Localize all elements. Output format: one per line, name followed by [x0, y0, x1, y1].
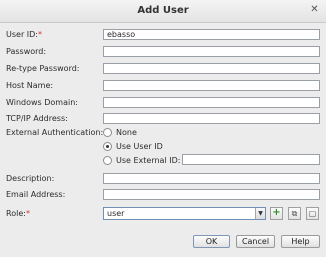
radio-use-user-id[interactable]: Use User ID — [103, 141, 163, 152]
radio-button[interactable] — [103, 128, 112, 137]
radio-none-label: None — [116, 128, 137, 137]
required-marker: * — [25, 209, 30, 218]
copy-icon: ⧉ — [291, 209, 298, 218]
radio-use-user-id-label: Use User ID — [116, 142, 163, 151]
windows-domain-field[interactable] — [103, 97, 320, 108]
retype-password-field[interactable] — [103, 63, 320, 74]
user-id-label: User ID:* — [6, 30, 42, 39]
help-button[interactable]: Help — [281, 235, 320, 248]
user-id-field[interactable]: ebasso — [103, 29, 320, 40]
host-name-label: Host Name: — [6, 81, 54, 90]
description-field[interactable] — [103, 173, 320, 184]
tcpip-address-field[interactable] — [103, 113, 320, 124]
password-field[interactable] — [103, 46, 320, 57]
external-auth-label: External Authentication: — [6, 128, 104, 137]
required-marker: * — [38, 30, 42, 39]
cancel-button[interactable]: Cancel — [236, 235, 275, 248]
title-bar: Add User ✕ — [0, 0, 326, 23]
close-icon[interactable]: ✕ — [309, 4, 320, 16]
description-label: Description: — [6, 174, 55, 183]
tcpip-address-label: TCP/IP Address: — [6, 114, 68, 123]
email-address-label: Email Address: — [6, 190, 66, 199]
browse-role-button[interactable]: ▢ — [306, 207, 319, 220]
role-label: Role:* — [6, 209, 30, 218]
external-id-field[interactable] — [182, 154, 320, 165]
radio-use-external-id[interactable]: Use External ID: — [103, 155, 180, 166]
password-label: Password: — [6, 47, 47, 56]
dialog-title: Add User — [137, 5, 189, 16]
radio-use-external-id-label: Use External ID: — [116, 156, 181, 165]
retype-password-label: Re-type Password: — [6, 64, 80, 73]
host-name-field[interactable] — [103, 80, 320, 91]
chevron-down-icon[interactable]: ▼ — [255, 208, 265, 219]
email-address-field[interactable] — [103, 189, 320, 200]
plus-icon: + — [272, 207, 281, 218]
role-select-value: user — [107, 209, 125, 218]
windows-domain-label: Windows Domain: — [6, 98, 78, 107]
radio-button[interactable] — [103, 156, 112, 165]
copy-role-button[interactable]: ⧉ — [288, 207, 301, 220]
add-role-button[interactable]: + — [270, 207, 283, 220]
radio-button-selected[interactable] — [103, 142, 112, 151]
radio-none[interactable]: None — [103, 127, 137, 138]
role-select[interactable]: user ▼ — [103, 207, 266, 220]
ok-button[interactable]: OK — [193, 235, 230, 248]
window-icon: ▢ — [308, 209, 317, 218]
